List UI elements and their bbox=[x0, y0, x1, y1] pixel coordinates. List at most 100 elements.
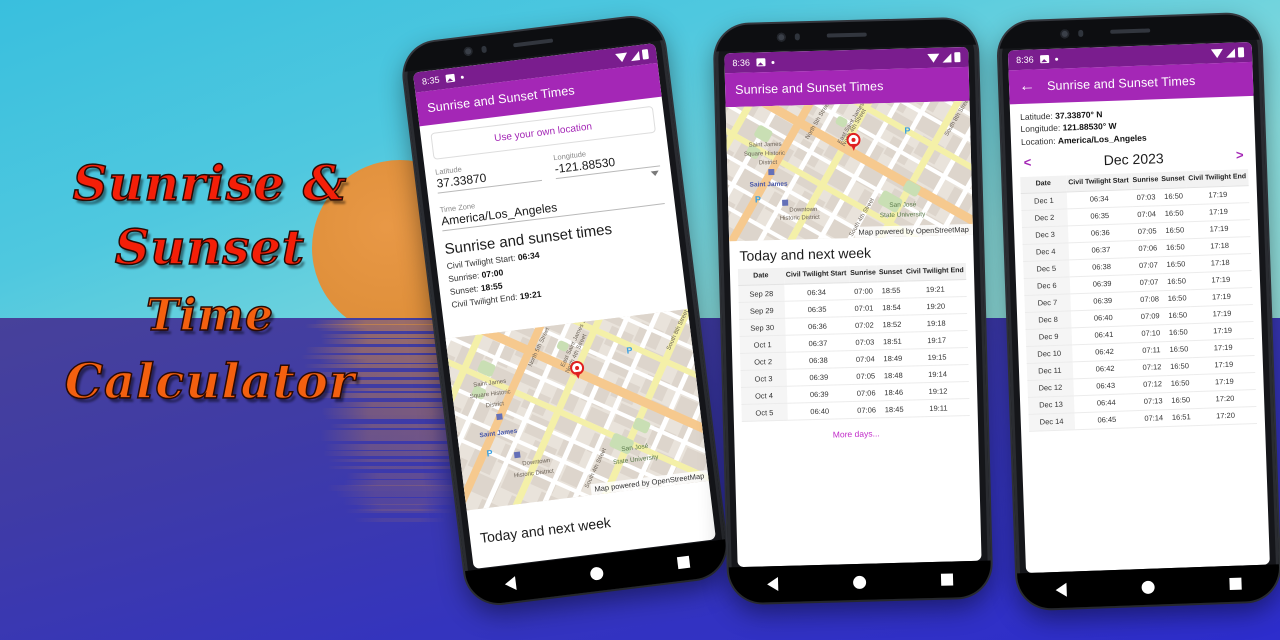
time-cell: 17:19 bbox=[1193, 372, 1256, 391]
chevron-down-icon[interactable] bbox=[651, 171, 660, 177]
time-cell: 07:00 bbox=[849, 282, 878, 300]
time-cell: 16:50 bbox=[1161, 205, 1188, 223]
back-icon[interactable] bbox=[504, 576, 517, 591]
time-cell: 19:14 bbox=[906, 365, 969, 384]
back-icon[interactable] bbox=[767, 577, 778, 591]
image-icon bbox=[445, 74, 455, 83]
date-cell: Dec 3 bbox=[1022, 226, 1068, 245]
phone-3-table-wrap: Date Civil Twilight Start Sunrise Sunset Civ… bbox=[1012, 169, 1265, 432]
status-time: 8:36 bbox=[1016, 55, 1034, 66]
date-cell: Dec 13 bbox=[1028, 396, 1074, 415]
time-cell: 17:19 bbox=[1186, 186, 1249, 205]
date-cell: Dec 14 bbox=[1029, 413, 1075, 432]
home-icon[interactable] bbox=[589, 566, 603, 580]
time-cell: 07:05 bbox=[851, 367, 880, 385]
date-cell: Dec 2 bbox=[1021, 209, 1067, 228]
back-icon[interactable] bbox=[1055, 583, 1066, 597]
more-days-link[interactable]: More days... bbox=[734, 416, 979, 448]
time-cell: 17:19 bbox=[1191, 305, 1254, 324]
date-cell: Oct 5 bbox=[741, 403, 787, 421]
time-cell: 07:03 bbox=[850, 333, 879, 351]
sensor-icon bbox=[1078, 30, 1083, 37]
phone-2-table-wrap: Date Civil Twilight Start Sunrise Sunset Civ… bbox=[730, 263, 978, 422]
time-cell: 17:19 bbox=[1190, 288, 1253, 307]
time-cell: 19:12 bbox=[907, 382, 970, 401]
date-cell: Dec 9 bbox=[1026, 328, 1072, 347]
date-cell: Dec 8 bbox=[1025, 311, 1071, 330]
map-road bbox=[446, 309, 709, 310]
date-cell: Dec 1 bbox=[1021, 192, 1067, 211]
signal-icon bbox=[1226, 48, 1235, 57]
title-line-1: Sunrise & bbox=[10, 160, 410, 208]
column-header: Sunrise bbox=[848, 265, 877, 282]
time-cell: 07:06 bbox=[852, 384, 881, 402]
prev-month-button[interactable]: < bbox=[1023, 155, 1031, 170]
map-pin-icon[interactable] bbox=[569, 360, 585, 380]
wifi-icon bbox=[927, 53, 939, 62]
latitude-label: Latitude: bbox=[1020, 111, 1053, 122]
map-label: San José bbox=[889, 201, 916, 209]
location-label: Location: bbox=[1021, 135, 1056, 146]
column-header: Date bbox=[738, 268, 784, 286]
image-icon bbox=[1040, 55, 1049, 63]
time-cell: 16:50 bbox=[1163, 273, 1190, 291]
camera-icon bbox=[463, 46, 473, 56]
speaker-icon bbox=[827, 33, 867, 38]
time-cell: 07:03 bbox=[1131, 189, 1160, 207]
time-cell: 16:50 bbox=[1164, 307, 1191, 325]
time-cell: 07:14 bbox=[1139, 410, 1168, 428]
date-cell: Sep 28 bbox=[738, 284, 784, 302]
latitude-field[interactable]: Latitude 37.33870 bbox=[435, 155, 542, 194]
phone-1-footer-heading: Today and next week bbox=[468, 507, 621, 547]
recents-icon[interactable] bbox=[941, 573, 953, 585]
time-cell: 16:51 bbox=[1168, 409, 1195, 427]
battery-icon bbox=[1238, 47, 1244, 57]
map-label: District bbox=[759, 160, 777, 166]
phone-2-map[interactable]: Map powered by OpenStreetMap Saint James… bbox=[726, 101, 973, 241]
time-cell: 06:37 bbox=[785, 334, 850, 353]
recents-icon[interactable] bbox=[677, 556, 690, 569]
phone-2-nav-bar bbox=[729, 560, 992, 603]
date-cell: Sep 30 bbox=[739, 318, 785, 336]
time-cell: 06:39 bbox=[786, 368, 851, 387]
status-icons bbox=[1211, 47, 1244, 58]
status-time: 8:35 bbox=[421, 75, 440, 87]
title-line-4: Calculator bbox=[10, 358, 410, 406]
recents-icon[interactable] bbox=[1230, 578, 1242, 590]
time-cell: 07:12 bbox=[1137, 359, 1166, 377]
map-label: Downtown bbox=[789, 207, 817, 214]
phone-1-map[interactable]: Map powered by OpenStreetMap Saint James… bbox=[446, 309, 709, 510]
time-cell: 06:35 bbox=[784, 300, 849, 319]
title-line-3: Time bbox=[10, 294, 410, 338]
speaker-icon bbox=[513, 38, 553, 47]
phone-2-screen: 8:36 Sunrise and Sunset Times Map powere… bbox=[724, 47, 981, 567]
map-poi bbox=[782, 199, 788, 205]
sunrise-label: Sunrise: bbox=[448, 270, 480, 284]
map-poi bbox=[514, 452, 521, 459]
status-icons bbox=[927, 52, 960, 63]
home-icon[interactable] bbox=[853, 575, 866, 588]
latitude-value: 37.33870° N bbox=[1055, 109, 1103, 121]
time-cell: 07:09 bbox=[1136, 308, 1165, 326]
current-month-label: Dec 2023 bbox=[1103, 150, 1163, 168]
time-cell: 18:48 bbox=[880, 366, 907, 384]
next-month-button[interactable]: > bbox=[1236, 148, 1244, 163]
map-block bbox=[508, 309, 538, 313]
column-header: Date bbox=[1020, 175, 1066, 193]
home-icon[interactable] bbox=[1141, 580, 1154, 593]
sunrise-value: 07:00 bbox=[481, 267, 504, 280]
back-arrow-icon[interactable]: ← bbox=[1019, 78, 1036, 95]
time-cell: 16:50 bbox=[1167, 375, 1194, 393]
parking-icon: P bbox=[904, 125, 910, 135]
column-header: Civil Twilight Start bbox=[783, 266, 848, 284]
sunrise-sunset-table: Date Civil Twilight Start Sunrise Sunset Civ… bbox=[738, 263, 970, 422]
map-pin-icon[interactable] bbox=[846, 133, 860, 151]
longitude-field[interactable]: Longitude -121.88530 bbox=[553, 141, 660, 180]
time-cell: 07:04 bbox=[851, 350, 880, 368]
camera-icon bbox=[1060, 29, 1069, 38]
status-time: 8:36 bbox=[732, 58, 750, 68]
phone-2-notch bbox=[714, 19, 977, 52]
time-cell: 06:39 bbox=[787, 385, 852, 404]
signal-icon bbox=[630, 51, 640, 61]
dot-icon bbox=[1055, 57, 1058, 60]
